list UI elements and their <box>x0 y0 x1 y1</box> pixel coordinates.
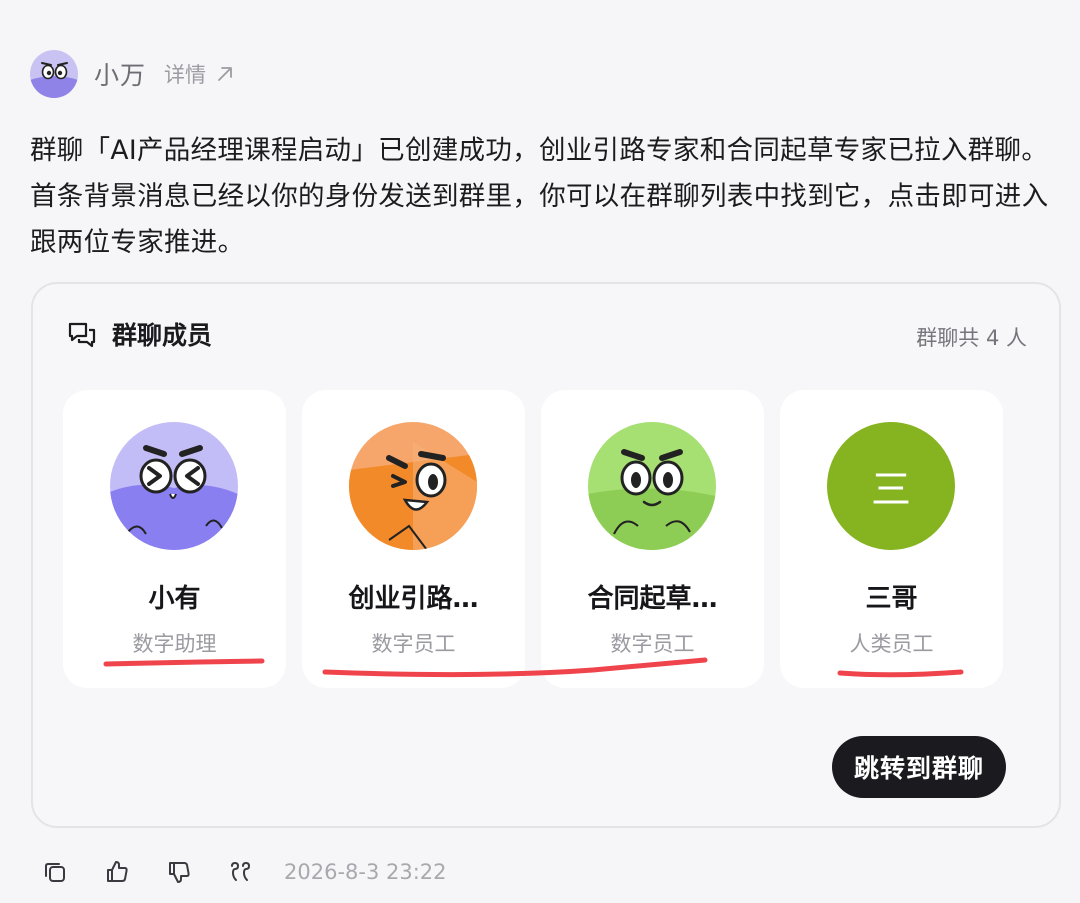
member-role: 数字助理 <box>132 632 217 656</box>
message-actions: 2026-8-3 23:22 <box>40 852 447 892</box>
letter-avatar: 三 <box>827 422 955 550</box>
card-header: 群聊成员 <box>66 316 212 352</box>
member-name: 小有 <box>148 584 201 614</box>
orange-cartoon-avatar <box>349 422 477 550</box>
card-title: 群聊成员 <box>112 321 213 350</box>
member-role: 数字员工 <box>371 632 456 656</box>
member-card-xiaoyou[interactable]: 小有 数字助理 <box>63 390 286 688</box>
member-name: 合同起草… <box>587 584 718 614</box>
member-role: 人类员工 <box>849 632 934 656</box>
thumbs-up-icon[interactable] <box>102 857 132 887</box>
green-cartoon-avatar <box>588 422 716 550</box>
member-card-contract-drafter[interactable]: 合同起草… 数字员工 <box>541 390 764 688</box>
detail-label: 详情 <box>164 63 207 87</box>
chat-bubbles-icon <box>68 322 96 348</box>
member-count: 群聊共 4 人 <box>916 326 1027 350</box>
timestamp: 2026-8-3 23:22 <box>284 860 447 884</box>
bot-name: 小万 <box>94 61 147 90</box>
member-name: 创业引路… <box>348 584 479 614</box>
purple-cartoon-avatar <box>110 422 238 550</box>
thumbs-down-icon[interactable] <box>164 857 194 887</box>
member-list: 小有 数字助理 创业引路… 数字员工 合同起草… 数字员工 三 三哥 人类员工 <box>63 390 1019 688</box>
group-members-card: 群聊成员 群聊共 4 人 小有 数字助理 创业引路… 数字员工 合同起草… 数字… <box>31 282 1061 828</box>
member-card-sange[interactable]: 三 三哥 人类员工 <box>780 390 1003 688</box>
member-card-startup-mentor[interactable]: 创业引路… 数字员工 <box>302 390 525 688</box>
arrow-up-right-icon <box>218 67 232 81</box>
jump-to-group-button[interactable]: 跳转到群聊 <box>832 736 1006 798</box>
message-header: 小万 详情 <box>30 48 234 100</box>
member-name: 三哥 <box>865 584 918 614</box>
bot-avatar[interactable] <box>30 50 78 98</box>
message-text: 群聊「AI产品经理课程启动」已创建成功，创业引路专家和合同起草专家已拉入群聊。首… <box>30 135 1049 258</box>
detail-link[interactable]: 详情 <box>164 59 234 89</box>
member-role: 数字员工 <box>610 632 695 656</box>
copy-icon[interactable] <box>40 857 70 887</box>
quote-icon[interactable] <box>226 857 256 887</box>
